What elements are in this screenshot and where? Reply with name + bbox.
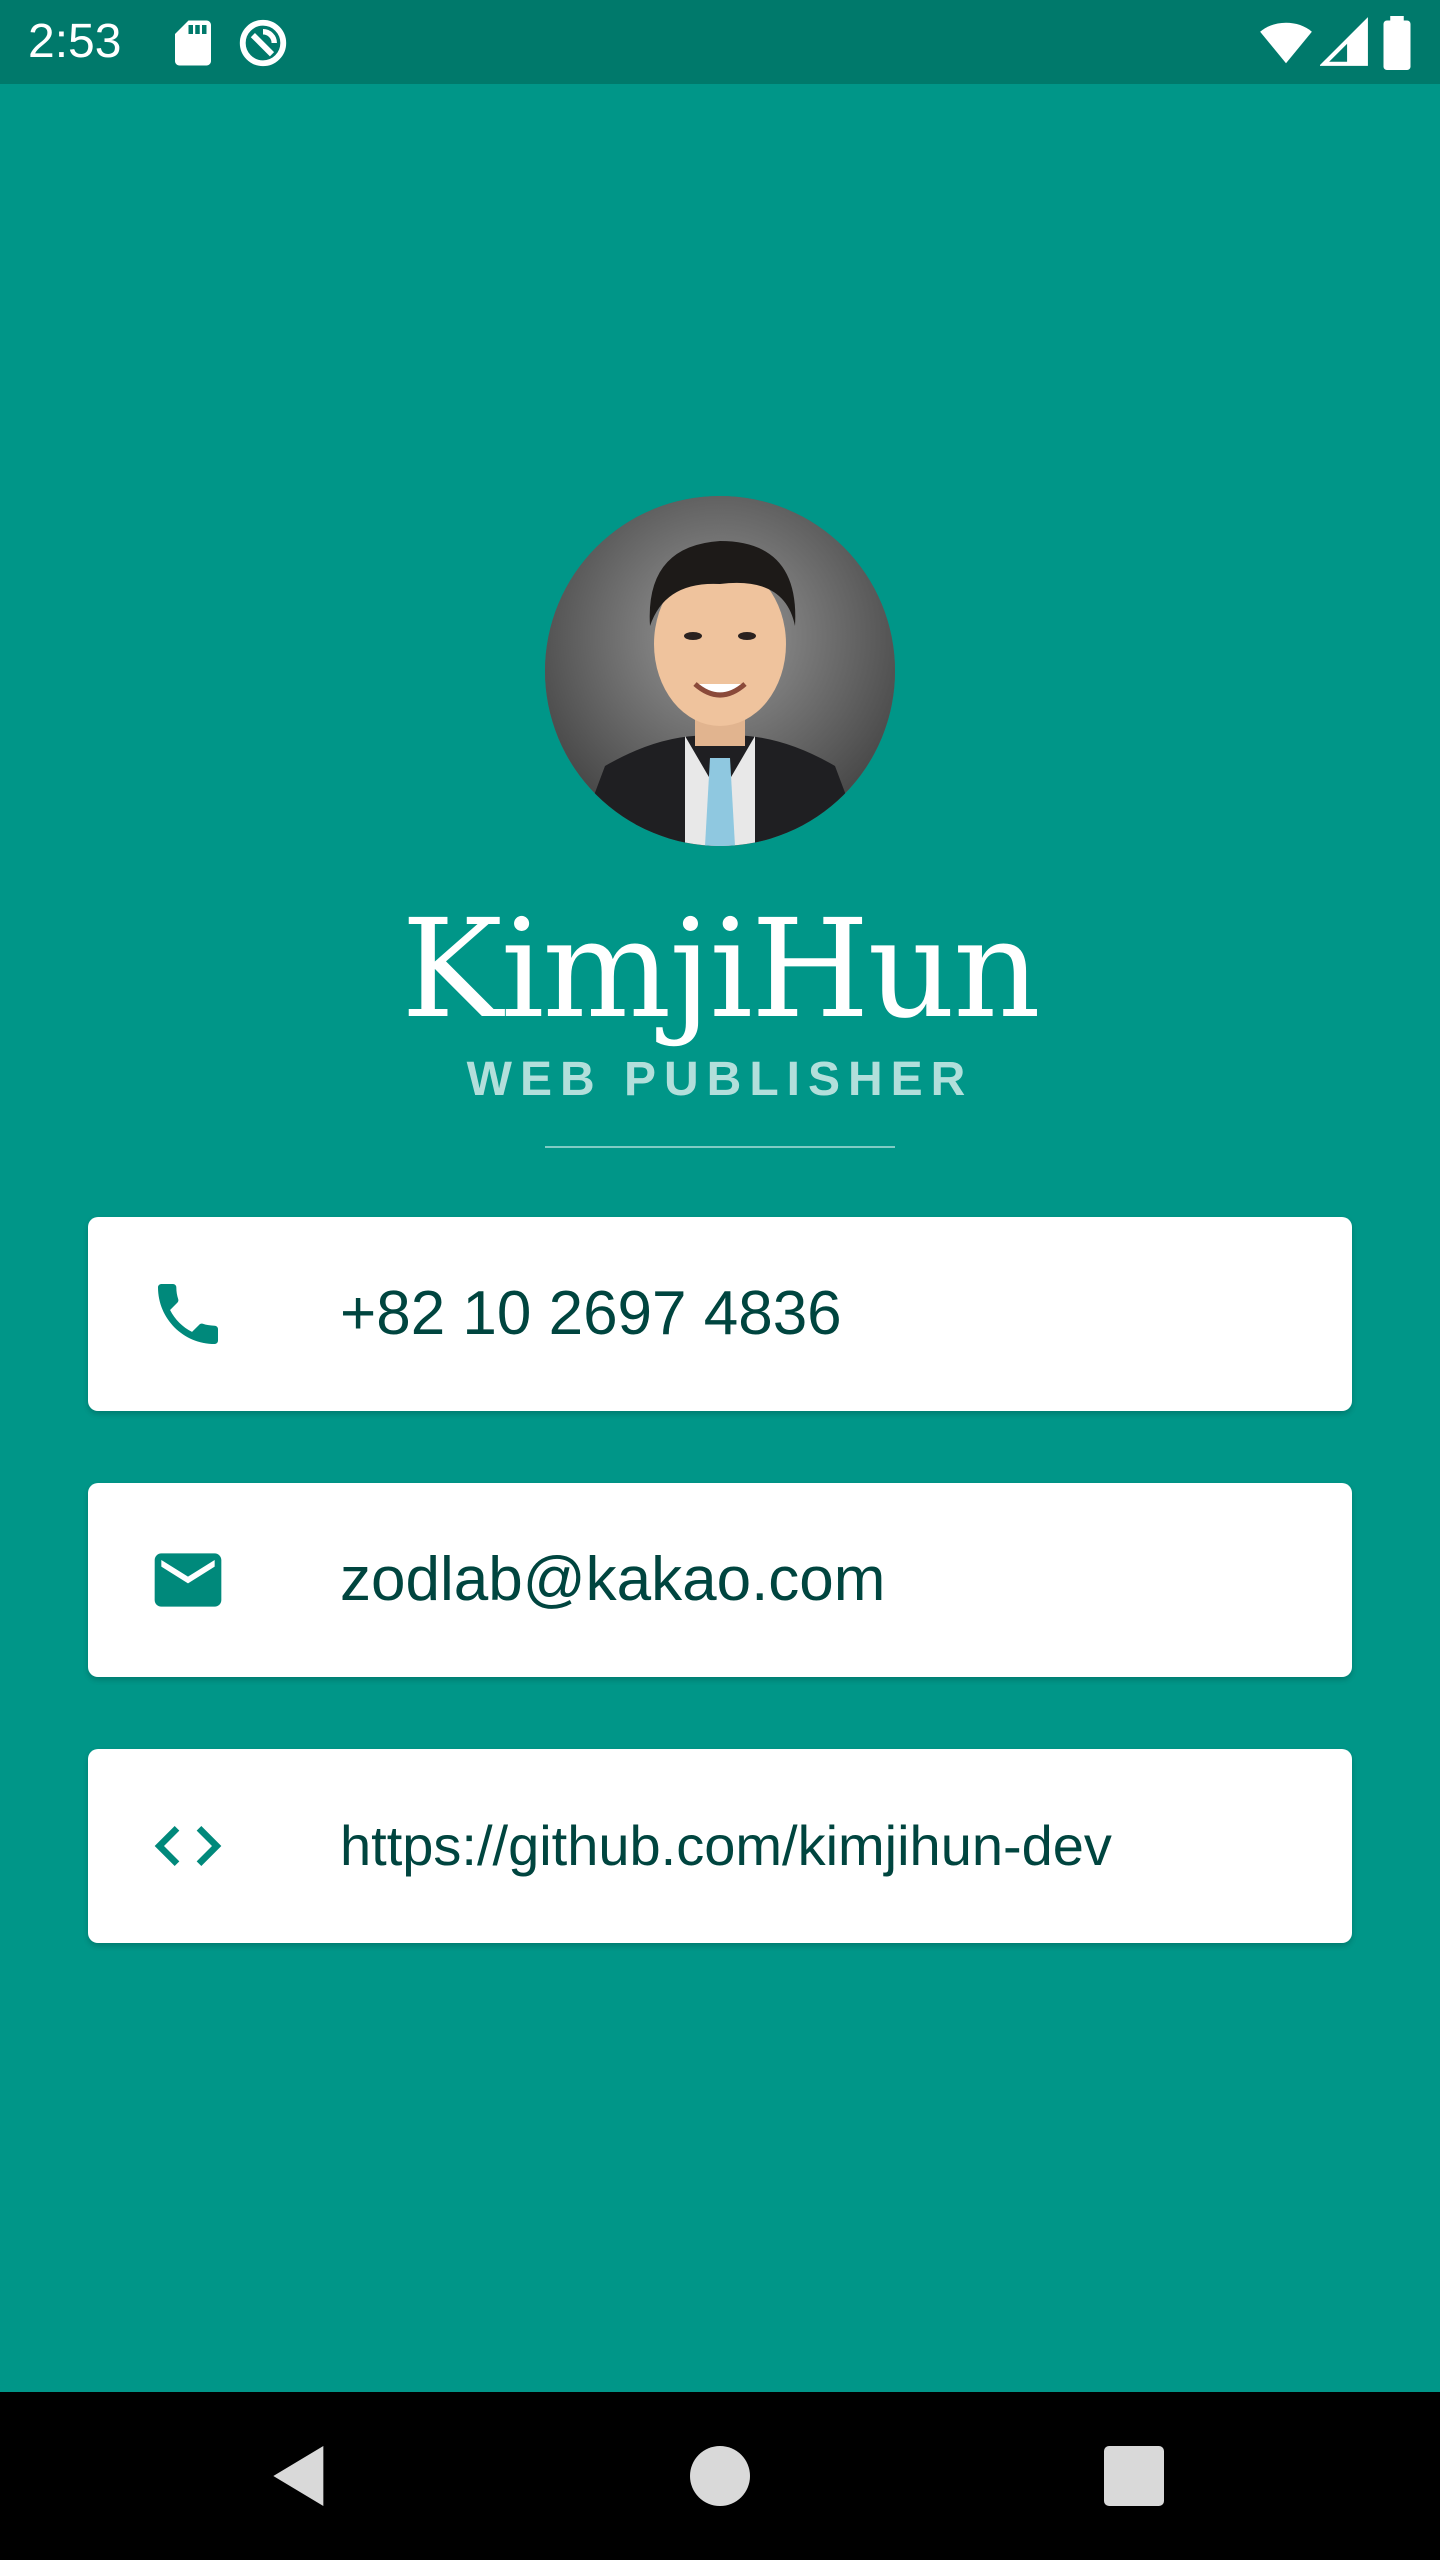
back-icon[interactable] <box>260 2436 340 2516</box>
status-time: 2:53 <box>28 15 122 68</box>
status-bar: 2:53 <box>0 0 1440 84</box>
sd-card-icon <box>175 20 211 66</box>
github-url: https://github.com/kimjihun-dev <box>340 1814 1112 1877</box>
sync-icon <box>239 19 287 67</box>
phone-card[interactable]: +82 10 2697 4836 <box>88 1217 1352 1411</box>
profile-name: KimjiHun <box>401 891 1041 1049</box>
divider <box>545 1146 895 1148</box>
github-card[interactable]: https://github.com/kimjihun-dev <box>88 1749 1352 1943</box>
profile-title: WEB PUBLISHER <box>466 1053 974 1106</box>
wifi-icon <box>1260 22 1312 64</box>
code-icon <box>154 1826 222 1866</box>
navigation-bar <box>0 2392 1440 2560</box>
cell-signal-icon <box>1320 17 1368 66</box>
phone-number: +82 10 2697 4836 <box>340 1279 842 1348</box>
email-card[interactable]: zodlab@kakao.com <box>88 1483 1352 1677</box>
email-address: zodlab@kakao.com <box>340 1545 886 1614</box>
profile-photo <box>545 496 895 846</box>
phone-icon <box>158 1284 218 1344</box>
battery-icon <box>1383 16 1411 70</box>
avatar <box>545 496 895 846</box>
recents-icon[interactable] <box>1094 2436 1174 2516</box>
email-icon <box>154 1553 222 1607</box>
home-icon[interactable] <box>680 2436 760 2516</box>
